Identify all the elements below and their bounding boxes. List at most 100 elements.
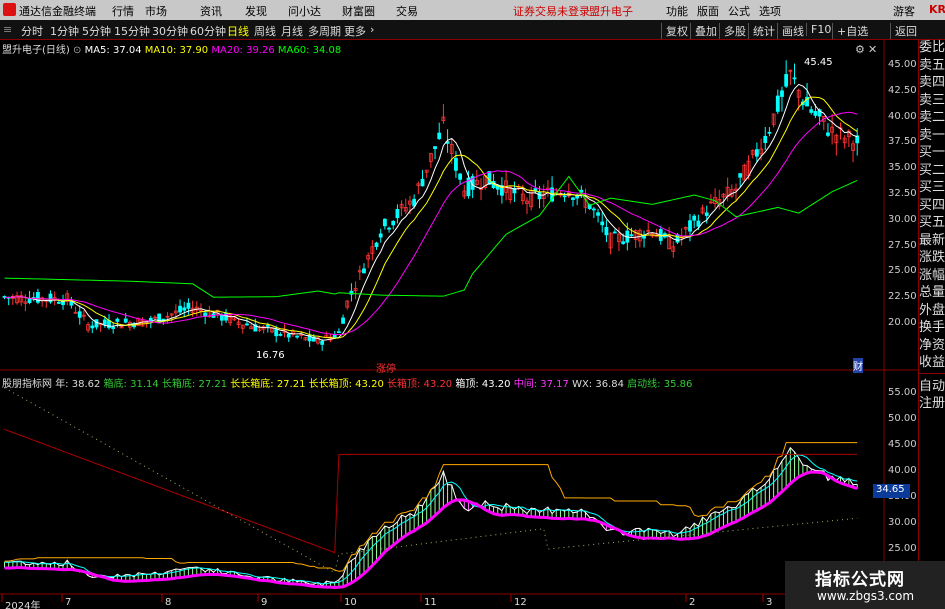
- side-tab-10[interactable]: 买五: [919, 215, 945, 233]
- side-tab-5[interactable]: 卖一: [919, 128, 945, 146]
- side-tab-2[interactable]: 卖四: [919, 75, 945, 93]
- stock-name-title: 盟升电子: [589, 5, 633, 18]
- side-tab-7[interactable]: 买二: [919, 163, 945, 181]
- menu-item-options[interactable]: 选项: [759, 3, 781, 19]
- candle-body: [437, 132, 442, 140]
- period-week[interactable]: 周线: [254, 23, 276, 39]
- candle-body: [663, 233, 667, 238]
- stats-button[interactable]: 统计: [748, 23, 775, 39]
- indicator-name[interactable]: 股朋指标网: [2, 379, 52, 390]
- close-icon[interactable]: ✕: [868, 43, 877, 56]
- candle-body: [148, 317, 153, 322]
- candle-body: [780, 90, 784, 97]
- candle-body: [412, 198, 417, 207]
- indicator-value-0: 年: 38.62: [55, 379, 101, 390]
- side-tab-14[interactable]: 总量: [919, 285, 945, 303]
- menu-item-function[interactable]: 功能: [666, 3, 688, 19]
- candle-body: [316, 337, 320, 344]
- menu-item-news[interactable]: 资讯: [200, 3, 222, 19]
- menu-item-layout[interactable]: 版面: [697, 3, 719, 19]
- quote-side-panel: 委比 卖五 卖四 卖三 卖二 卖一 买一 买二 买三 买四 买五 最新 涨跌 涨幅 总量 外盘 换手 净资 收益自动…: [918, 40, 945, 609]
- candle-body: [219, 314, 224, 321]
- menu-item-discover[interactable]: 发现: [245, 3, 267, 19]
- menu-item-wealth[interactable]: 财富圈: [342, 3, 375, 19]
- menu-item-market[interactable]: 行情: [112, 3, 134, 19]
- ma20-label: MA20: 39.26: [211, 45, 275, 56]
- side-tab-13[interactable]: 涨幅: [919, 268, 945, 286]
- multi-stock-button[interactable]: 多股: [719, 23, 746, 39]
- period-1min[interactable]: 1分钟: [50, 23, 79, 39]
- indicator-legend: 股朋指标网 年: 38.62 箱底: 31.14 长箱底: 27.21 长长箱底…: [2, 375, 692, 390]
- candle-body: [746, 160, 751, 177]
- candle-body: [240, 324, 245, 329]
- x-tick-label: 2: [689, 597, 696, 608]
- login-status[interactable]: 证券交易未登录: [513, 3, 590, 19]
- candle-body: [291, 330, 295, 336]
- candle-body: [696, 220, 701, 227]
- period-month[interactable]: 月线: [281, 23, 303, 39]
- chart-canvas: [0, 40, 918, 609]
- candle-body: [374, 242, 379, 247]
- candle-body: [132, 323, 136, 328]
- period-day[interactable]: 日线: [227, 23, 249, 39]
- stock-period-label[interactable]: 盟升电子(日线): [2, 45, 70, 56]
- f10-button[interactable]: F10: [806, 23, 831, 36]
- side-tab2-0[interactable]: 自动: [919, 379, 945, 397]
- side-tab-16[interactable]: 换手: [919, 320, 945, 338]
- draw-line-button[interactable]: 画线: [777, 23, 804, 39]
- candle-body: [629, 234, 634, 237]
- menu-item-ask[interactable]: 问小达: [288, 3, 321, 19]
- period-30min[interactable]: 30分钟: [152, 23, 188, 39]
- candle-body: [805, 96, 809, 107]
- side-tab-1[interactable]: 卖五: [919, 58, 945, 76]
- side-tab-9[interactable]: 买四: [919, 198, 945, 216]
- side-tab-4[interactable]: 卖二: [919, 110, 945, 128]
- side-tab-18[interactable]: 收益: [919, 355, 945, 373]
- candle-body: [257, 327, 262, 331]
- side-tab-11[interactable]: 最新: [919, 233, 945, 251]
- side-tab2-1[interactable]: 注册: [919, 396, 945, 414]
- period-60min[interactable]: 60分钟: [190, 23, 226, 39]
- finance-marker[interactable]: 财: [853, 358, 863, 373]
- candle-body: [750, 150, 755, 155]
- side-tab-0[interactable]: 委比: [919, 40, 945, 58]
- candle-body: [725, 186, 730, 197]
- candle-body: [713, 197, 717, 204]
- side-tab-17[interactable]: 净资: [919, 338, 945, 356]
- low-price-label: 16.76: [256, 350, 285, 361]
- candle-body: [161, 318, 166, 321]
- side-tab-15[interactable]: 外盘: [919, 303, 945, 321]
- candle-body: [617, 233, 621, 243]
- menu-item-trade[interactable]: 交易: [396, 3, 418, 19]
- candle-body: [190, 307, 195, 313]
- candle-body: [265, 324, 270, 327]
- side-tab-3[interactable]: 卖三: [919, 93, 945, 111]
- app-title: 通达信金融终端: [19, 5, 96, 18]
- kr-badge[interactable]: KR: [929, 3, 945, 16]
- menu-item-formula[interactable]: 公式: [728, 3, 750, 19]
- period-multi[interactable]: 多周期: [308, 23, 341, 39]
- dropdown-icon[interactable]: ⊙: [73, 45, 81, 56]
- candle-body: [721, 193, 726, 198]
- overlay-button[interactable]: 叠加: [690, 23, 717, 39]
- candle-body: [575, 194, 580, 199]
- period-more[interactable]: 更多: [344, 23, 366, 39]
- candle-body: [817, 109, 822, 117]
- candle-body: [399, 203, 404, 209]
- side-tab-12[interactable]: 涨跌: [919, 250, 945, 268]
- period-15min[interactable]: 15分钟: [114, 23, 150, 39]
- chevron-right-icon[interactable]: ›: [370, 23, 374, 36]
- candle-body: [224, 313, 228, 321]
- last-price-badge: 34.65: [873, 484, 910, 498]
- toolbar-menu-icon[interactable]: ≡: [3, 23, 12, 36]
- add-favorite-button[interactable]: +自选: [832, 23, 868, 39]
- menu-item-exchange[interactable]: 市场: [145, 3, 167, 19]
- period-5min[interactable]: 5分钟: [82, 23, 111, 39]
- candle-body: [165, 315, 170, 318]
- restore-right-button[interactable]: 复权: [661, 23, 688, 39]
- side-tab-6[interactable]: 买一: [919, 145, 945, 163]
- period-tick[interactable]: 分时: [21, 23, 43, 39]
- side-tab-8[interactable]: 买三: [919, 180, 945, 198]
- settings-icon[interactable]: ⚙: [855, 43, 865, 56]
- candle-body: [842, 137, 847, 144]
